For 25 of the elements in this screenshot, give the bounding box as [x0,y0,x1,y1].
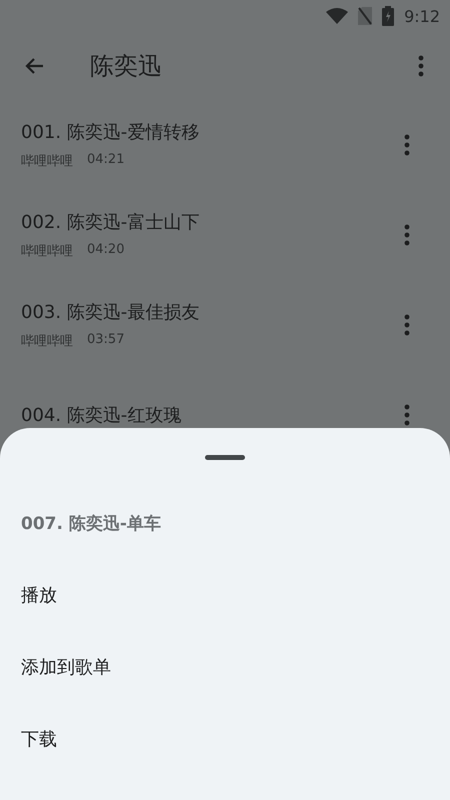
song-source: 哔哩哔哩 [21,333,73,350]
song-source: 哔哩哔哩 [21,243,73,260]
drag-handle[interactable] [205,455,245,460]
sheet-title: 007. 陈奕迅-单车 [21,513,161,535]
song-title[interactable]: 002. 陈奕迅-富士山下 [21,210,404,234]
menu-item[interactable]: 添加到歌单 [21,655,111,679]
song-source: 哔哩哔哩 [21,153,73,170]
song-duration: 04:21 [87,152,124,169]
more-options-icon[interactable] [404,224,410,246]
menu-item[interactable]: 下载 [21,727,57,751]
song-duration: 04:20 [87,242,124,259]
wifi-icon [326,8,348,24]
menu-item[interactable]: 播放 [21,583,57,607]
more-options-icon[interactable] [404,314,410,336]
song-title[interactable]: 003. 陈奕迅-最佳损友 [21,300,404,324]
battery-icon [382,6,394,26]
toolbar-title: 陈奕迅 [90,51,163,82]
song-title[interactable]: 004. 陈奕迅-红玫瑰 [21,403,404,427]
more-options-icon[interactable] [418,55,424,77]
more-options-icon[interactable] [404,134,410,156]
song-duration: 03:57 [87,332,124,349]
more-options-icon[interactable] [404,404,410,426]
song-title[interactable]: 001. 陈奕迅-爱情转移 [21,120,404,144]
no-sim-icon [358,7,372,25]
status-time: 9:12 [404,6,440,26]
